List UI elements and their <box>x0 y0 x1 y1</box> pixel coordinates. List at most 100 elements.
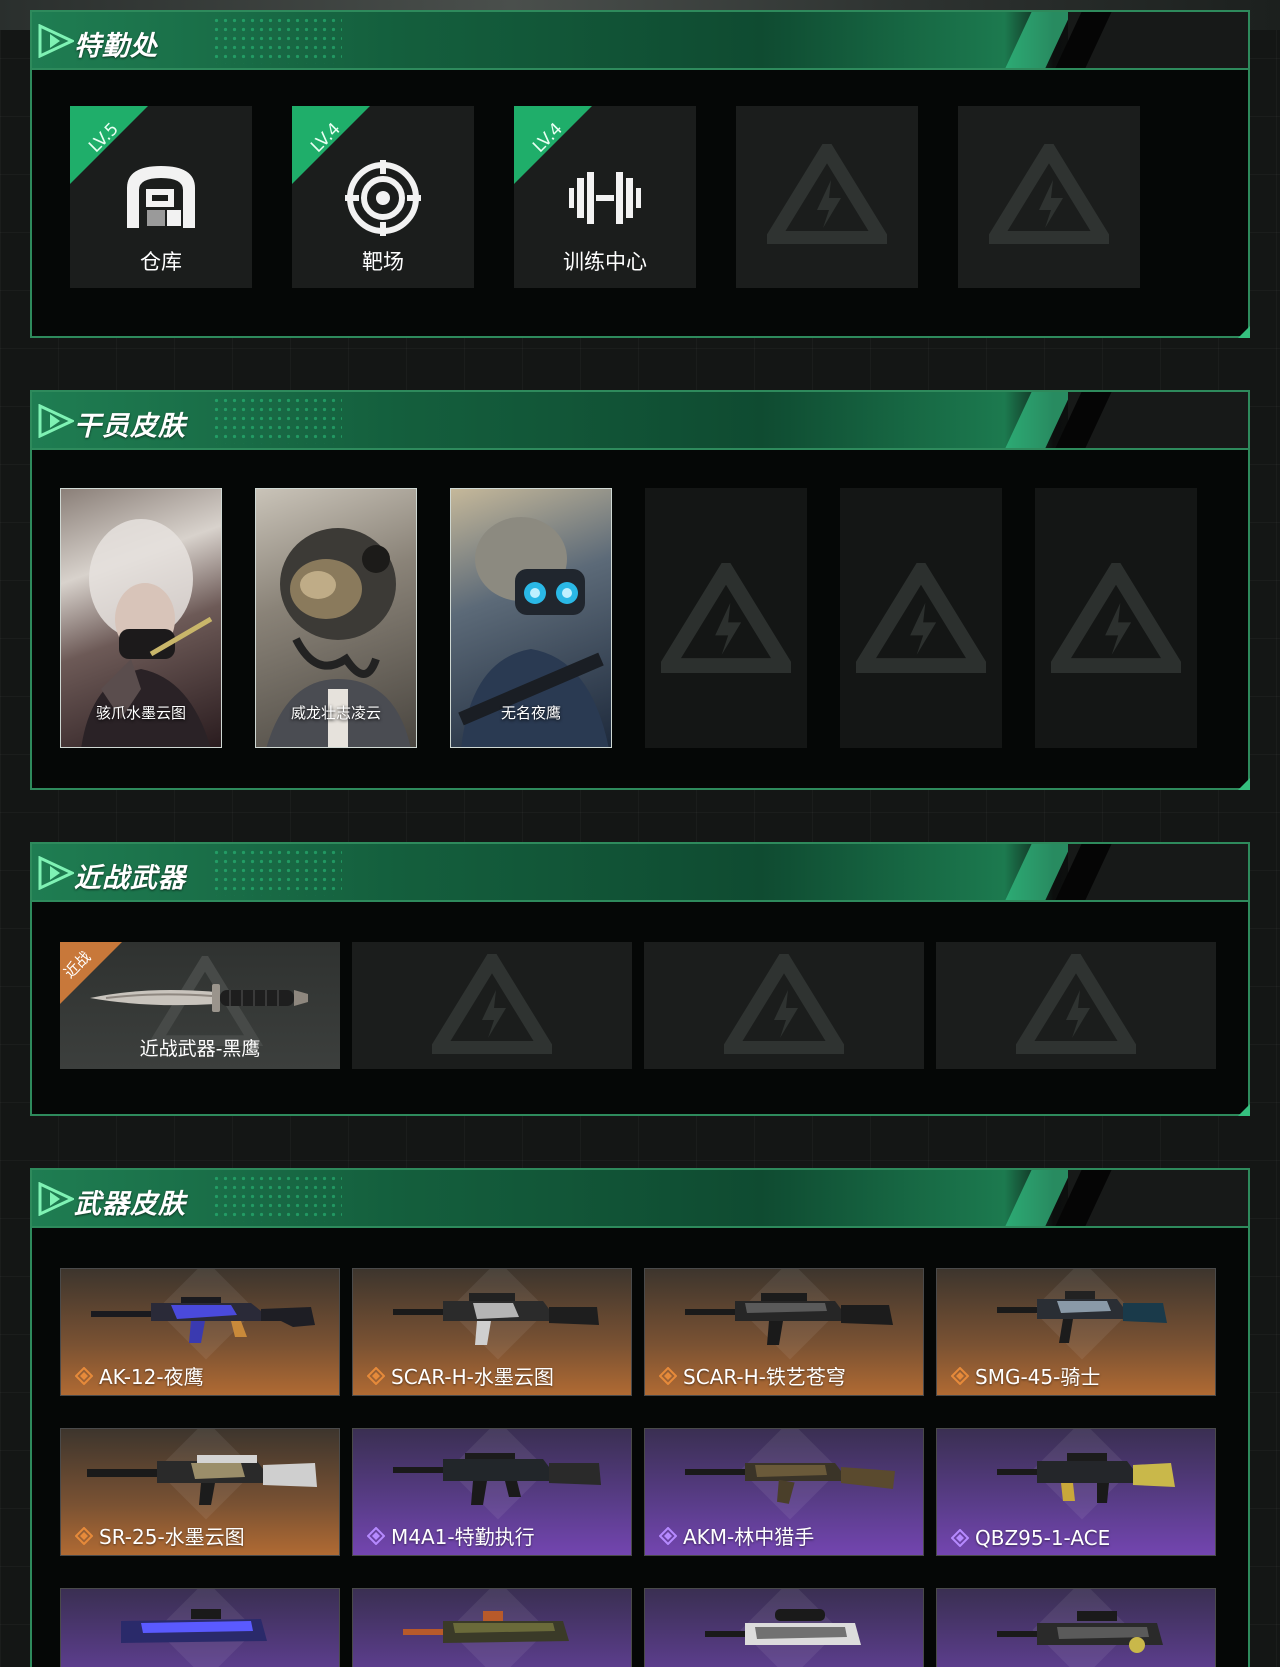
weapon-skin-card[interactable] <box>60 1588 340 1667</box>
weapon-label: AKM-林中猎手 <box>659 1521 814 1550</box>
facility-tile-empty <box>958 106 1140 288</box>
weapon-label-text: AKM-林中猎手 <box>683 1525 815 1549</box>
weapon-skin-grid: AK-12-夜鹰 SCAR-H-水墨云图 SCAR-H-铁艺苍穹 SMG-45-… <box>60 1268 1216 1667</box>
skin-label: 骇爪水墨云图 <box>95 704 186 722</box>
weapon-label: QBZ95-1-ACE <box>951 1526 1110 1550</box>
weapon-skin-card[interactable]: SCAR-H-水墨云图 <box>352 1268 632 1396</box>
weapon-label-text: SR-25-水墨云图 <box>99 1525 245 1549</box>
operator-skin-card[interactable]: 骇爪水墨云图 <box>60 488 222 748</box>
rarity-orange-icon <box>659 1366 677 1385</box>
rarity-purple-icon <box>951 1529 969 1547</box>
operator-skin-card[interactable]: 威龙壮志凌云 <box>255 488 417 748</box>
weapon-label-text: AK-12-夜鹰 <box>99 1365 204 1389</box>
target-icon <box>345 160 421 236</box>
weapon-label-text: SCAR-H-水墨云图 <box>391 1365 554 1389</box>
header-dot-pattern <box>212 848 342 896</box>
melee-list: 近战 近战武器-黑鹰 <box>60 942 1216 1069</box>
smg-image <box>997 1291 1167 1343</box>
skin-label: 无名夜鹰 <box>500 704 561 722</box>
header-dot-pattern <box>212 396 342 444</box>
weapon-label-text: QBZ95-1-ACE <box>975 1526 1111 1550</box>
placeholder-logo-icon <box>1051 563 1181 673</box>
placeholder-logo-icon <box>989 144 1109 244</box>
rarity-orange-icon <box>75 1366 93 1385</box>
weapon-skins-panel: 武器皮肤 AK-12-夜鹰 SCAR-H-水墨云图 SCAR-H-铁艺苍穹 SM… <box>30 1168 1250 1667</box>
rifle-image <box>705 1609 861 1645</box>
weapon-label-text: SMG-45-骑士 <box>975 1365 1101 1389</box>
rifle-image <box>685 1293 893 1345</box>
placeholder-logo-icon <box>432 954 552 1054</box>
melee-panel: 近战武器 近战 近战武器-黑鹰 <box>30 842 1250 1116</box>
weapon-label-text: SCAR-H-铁艺苍穹 <box>683 1365 846 1389</box>
weapon-label: SMG-45-骑士 <box>951 1361 1100 1390</box>
section-title: 干员皮肤 <box>74 411 186 442</box>
section-title: 武器皮肤 <box>74 1189 186 1220</box>
facility-panel: 特勤处 LV.5 仓库 LV.4 靶场 LV.4 训练中心 <box>30 10 1250 338</box>
operator-skins-panel: 干员皮肤 骇爪水墨云图 威龙壮志凌云 无名夜鹰 <box>30 390 1250 790</box>
weapon-label: M4A1-特勤执行 <box>367 1521 535 1550</box>
section-arrow-icon <box>38 1182 74 1216</box>
panel-header: 特勤处 <box>32 12 1248 70</box>
panel-header: 武器皮肤 <box>32 1170 1248 1228</box>
facility-tile-empty <box>736 106 918 288</box>
rarity-orange-icon <box>367 1366 385 1385</box>
weapon-skin-card[interactable] <box>936 1588 1216 1667</box>
operator-skin-card[interactable]: 无名夜鹰 <box>450 488 612 748</box>
operator-skin-list: 骇爪水墨云图 威龙壮志凌云 无名夜鹰 <box>60 488 1197 748</box>
dumbbell-icon <box>569 172 641 224</box>
placeholder-logo-icon <box>661 563 791 673</box>
facility-tile-range[interactable]: LV.4 靶场 <box>292 106 474 288</box>
weapon-skin-card[interactable] <box>352 1588 632 1667</box>
weapon-skin-card[interactable] <box>644 1588 924 1667</box>
weapon-label: SR-25-水墨云图 <box>75 1521 245 1550</box>
panel-header: 干员皮肤 <box>32 392 1248 450</box>
weapon-label: SCAR-H-水墨云图 <box>367 1361 554 1390</box>
rarity-purple-icon <box>367 1526 385 1545</box>
header-dot-pattern <box>212 1174 342 1222</box>
placeholder-logo-icon <box>767 144 887 244</box>
weapon-skin-card[interactable]: SCAR-H-铁艺苍穹 <box>644 1268 924 1396</box>
rifle-image <box>997 1453 1175 1503</box>
section-title: 近战武器 <box>74 863 186 894</box>
rifle-image <box>91 1297 315 1343</box>
weapon-skin-card[interactable]: AKM-林中猎手 <box>644 1428 924 1556</box>
operator-skin-empty <box>1035 488 1197 748</box>
rifle-image <box>685 1463 895 1504</box>
warehouse-icon <box>127 166 195 228</box>
placeholder-logo-icon <box>1016 954 1136 1054</box>
melee-label: 近战武器-黑鹰 <box>139 1038 261 1060</box>
rifle-image <box>393 1293 599 1345</box>
section-arrow-icon <box>38 856 74 890</box>
placeholder-logo-icon <box>724 954 844 1054</box>
rifle-image <box>393 1453 601 1505</box>
rifle-image <box>87 1455 317 1505</box>
melee-weapon-empty <box>352 942 632 1069</box>
weapon-skin-card[interactable]: AK-12-夜鹰 <box>60 1268 340 1396</box>
panel-header: 近战武器 <box>32 844 1248 902</box>
weapon-label: SCAR-H-铁艺苍穹 <box>659 1361 846 1390</box>
facility-label: 仓库 <box>140 250 182 274</box>
weapon-skin-card[interactable]: SR-25-水墨云图 <box>60 1428 340 1556</box>
rarity-purple-icon <box>659 1526 677 1545</box>
section-arrow-icon <box>38 24 74 58</box>
facility-tile-training[interactable]: LV.4 训练中心 <box>514 106 696 288</box>
facility-label: 靶场 <box>362 250 404 274</box>
facility-list: LV.5 仓库 LV.4 靶场 LV.4 训练中心 <box>70 106 1140 288</box>
section-title: 特勤处 <box>74 31 158 62</box>
rifle-image <box>121 1609 267 1643</box>
melee-weapon-empty <box>644 942 924 1069</box>
operator-skin-empty <box>840 488 1002 748</box>
header-dot-pattern <box>212 16 342 64</box>
weapon-label-text: M4A1-特勤执行 <box>391 1525 535 1549</box>
weapon-skin-card[interactable]: M4A1-特勤执行 <box>352 1428 632 1556</box>
weapon-skin-card[interactable]: SMG-45-骑士 <box>936 1268 1216 1396</box>
section-arrow-icon <box>38 404 74 438</box>
melee-weapon-empty <box>936 942 1216 1069</box>
weapon-skin-card[interactable]: QBZ95-1-ACE <box>936 1428 1216 1556</box>
facility-tile-warehouse[interactable]: LV.5 仓库 <box>70 106 252 288</box>
facility-label: 训练中心 <box>563 250 647 274</box>
weapon-label: AK-12-夜鹰 <box>75 1361 204 1390</box>
melee-weapon-card[interactable]: 近战 近战武器-黑鹰 <box>60 942 340 1069</box>
rarity-orange-icon <box>951 1366 969 1385</box>
skin-label: 威龙壮志凌云 <box>290 704 381 722</box>
